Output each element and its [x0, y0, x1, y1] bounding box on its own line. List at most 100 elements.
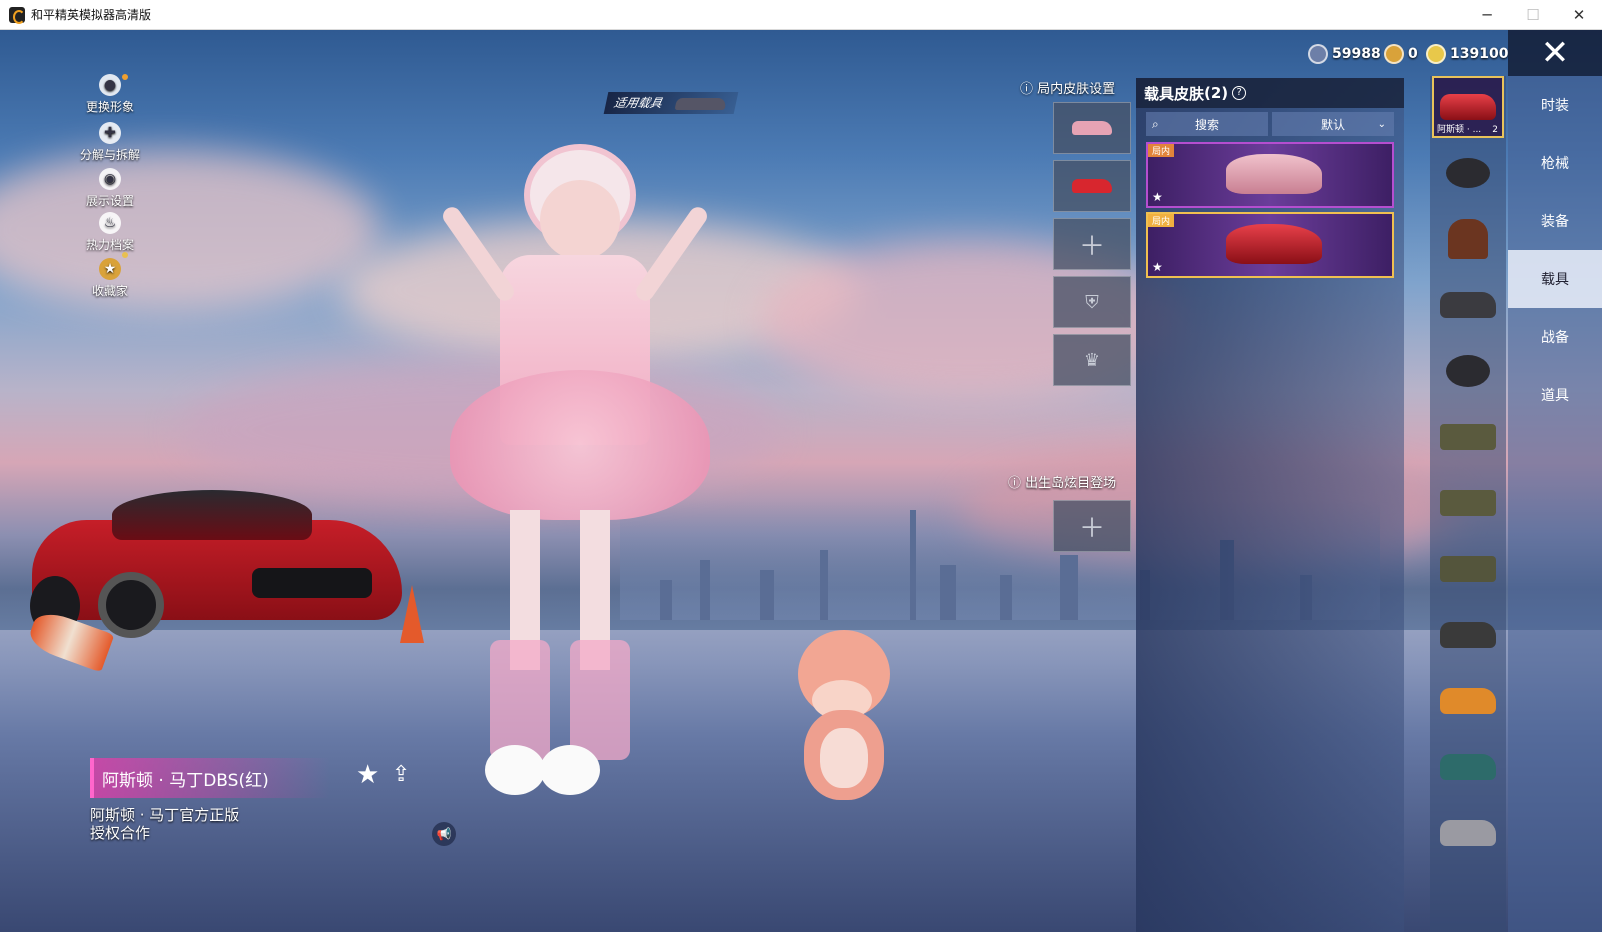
tab-label: 道具	[1541, 388, 1569, 404]
decompose-label: 分解与拆解	[79, 148, 140, 162]
currency-value: 0	[1408, 46, 1418, 62]
spawn-island-add-button[interactable]: ＋	[1053, 500, 1131, 552]
ingame-skin-settings-label[interactable]: ⓘ 局内皮肤设置	[1020, 78, 1115, 97]
star-icon: ★	[1152, 260, 1163, 274]
currency-silver: 59988	[1308, 44, 1381, 64]
collector-label: 收藏家	[91, 284, 128, 298]
applicable-vehicle-tag[interactable]: 适用载具	[603, 92, 739, 114]
tab-label: 枪械	[1541, 156, 1569, 172]
decompose-button[interactable]: ✚ 分解与拆解	[70, 122, 150, 163]
skin-search-input[interactable]: ⌕ 搜索	[1146, 112, 1268, 136]
vehicle-item-atv[interactable]	[1432, 274, 1504, 336]
favorite-star-icon[interactable]: ★	[356, 760, 379, 790]
vehicle-item-muscle-car[interactable]	[1432, 670, 1504, 732]
maximize-button[interactable]: ☐	[1510, 0, 1556, 30]
change-appearance-button[interactable]: ● 更换形象	[70, 74, 150, 115]
display-settings-label: 展示设置	[85, 194, 134, 208]
window-title-bar: 和平精英模拟器高清版 ─ ☐ ✕	[0, 0, 1602, 30]
vehicle-item-sedan[interactable]	[1432, 802, 1504, 864]
window-title: 和平精英模拟器高清版	[31, 8, 152, 22]
vehicle-item-jeep-3[interactable]	[1432, 538, 1504, 600]
vehicle-item-motorcycle[interactable]	[1432, 142, 1504, 204]
tab-equipment[interactable]: 装备	[1508, 192, 1602, 250]
puzzle-icon: ✚	[99, 122, 121, 144]
currency-value: 59988	[1332, 46, 1381, 62]
share-icon[interactable]: ⇪	[392, 762, 410, 787]
plus-icon: ＋	[1078, 231, 1105, 262]
tab-vehicles[interactable]: 载具	[1508, 250, 1602, 308]
atv-icon	[1440, 292, 1496, 318]
jeep-icon	[1440, 424, 1496, 450]
silver-coin-icon	[1308, 44, 1328, 64]
app-icon	[9, 6, 25, 24]
display-settings-button[interactable]: ◉ 展示设置	[70, 168, 150, 209]
vehicle-item-horse[interactable]	[1432, 208, 1504, 270]
character-model	[390, 140, 730, 820]
crown-icon: ♛	[1083, 349, 1101, 371]
vehicle-item-label: 阿斯顿 · ...	[1437, 125, 1482, 135]
person-icon: ●	[99, 74, 121, 96]
vehicle-item-sports-car[interactable]: 阿斯顿 · ... 2	[1432, 76, 1504, 138]
add-skin-slot-button[interactable]: ＋	[1053, 218, 1131, 270]
applicable-vehicle-label: 适用载具	[612, 96, 664, 110]
star-icon: ★	[1152, 190, 1163, 204]
vehicle-skin-panel: 载具皮肤 (2) ? ⌕ 搜索 默认 ⌄ 局内 ★ 局内 ★	[1136, 78, 1404, 932]
sedan-icon	[1440, 820, 1496, 846]
coupe-icon	[1440, 754, 1496, 780]
sports-car-icon	[1440, 94, 1496, 120]
skin-slot-2[interactable]	[1053, 160, 1131, 212]
notification-dot	[122, 74, 128, 80]
car-thumbnail	[1072, 121, 1112, 135]
tab-weapons[interactable]: 枪械	[1508, 134, 1602, 192]
vehicle-item-monster-truck[interactable]	[1432, 604, 1504, 666]
game-viewport: ● 更换形象 ✚ 分解与拆解 ◉ 展示设置 ♨ 热力档案 ★ 收藏家 适用载具 …	[0, 30, 1602, 932]
gold-coin-icon	[1384, 44, 1404, 64]
muscle-car-icon	[1440, 688, 1496, 714]
tab-battle-gear[interactable]: 战备	[1508, 308, 1602, 366]
tab-label: 时装	[1541, 98, 1569, 114]
help-icon[interactable]: ?	[1232, 86, 1247, 100]
locked-slot-crown[interactable]: ♛	[1053, 334, 1131, 386]
motorcycle-icon	[1446, 158, 1490, 188]
collector-button[interactable]: ★ 收藏家	[70, 258, 150, 299]
tab-items[interactable]: 道具	[1508, 366, 1602, 424]
tab-label: 装备	[1541, 214, 1569, 230]
spawn-island-label[interactable]: ⓘ 出生岛炫目登场	[1008, 472, 1116, 491]
currency-gold: 0	[1384, 44, 1418, 64]
vehicle-item-jeep-1[interactable]	[1432, 406, 1504, 468]
tab-fashion[interactable]: 时装	[1508, 76, 1602, 134]
notification-dot	[122, 252, 128, 258]
skin-card-2[interactable]: 局内 ★	[1146, 212, 1394, 278]
help-icon: ⓘ	[1008, 476, 1026, 491]
search-label: 搜索	[1194, 117, 1219, 132]
vehicle-item-coupe[interactable]	[1432, 736, 1504, 798]
vehicle-name: 阿斯顿 · 马丁DBS(红)	[102, 770, 269, 791]
ingame-skin-settings-text: 局内皮肤设置	[1037, 82, 1116, 97]
heat-archive-label: 热力档案	[85, 238, 134, 252]
skin-slot-1[interactable]	[1053, 102, 1131, 154]
horse-icon	[1448, 219, 1488, 259]
car-silhouette-icon	[674, 98, 728, 110]
ingame-tag: 局内	[1148, 144, 1175, 157]
skin-card-1[interactable]: 局内 ★	[1146, 142, 1394, 208]
locked-slot-shield[interactable]: ⛨	[1053, 276, 1131, 328]
heat-archive-button[interactable]: ♨ 热力档案	[70, 212, 150, 253]
chevron-down-icon: ⌄	[1377, 118, 1386, 130]
vehicle-item-dirt-bike[interactable]	[1432, 340, 1504, 402]
change-appearance-label: 更换形象	[85, 100, 134, 114]
close-panel-button[interactable]: ✕	[1508, 30, 1602, 76]
tab-label: 战备	[1541, 330, 1569, 346]
currency-points: 139100	[1426, 44, 1508, 64]
sort-dropdown[interactable]: 默认 ⌄	[1272, 112, 1394, 136]
vehicle-skin-count: (2)	[1204, 84, 1229, 102]
car-thumbnail	[1072, 179, 1112, 193]
horn-icon[interactable]: 📢	[432, 822, 456, 846]
close-window-button[interactable]: ✕	[1556, 0, 1602, 30]
cloud	[0, 150, 380, 310]
jeep-icon	[1440, 556, 1496, 582]
car-preview	[1226, 154, 1322, 194]
car-preview	[1226, 224, 1322, 264]
displayed-vehicle	[22, 480, 402, 640]
vehicle-item-jeep-2[interactable]	[1432, 472, 1504, 534]
minimize-button[interactable]: ─	[1464, 0, 1510, 30]
